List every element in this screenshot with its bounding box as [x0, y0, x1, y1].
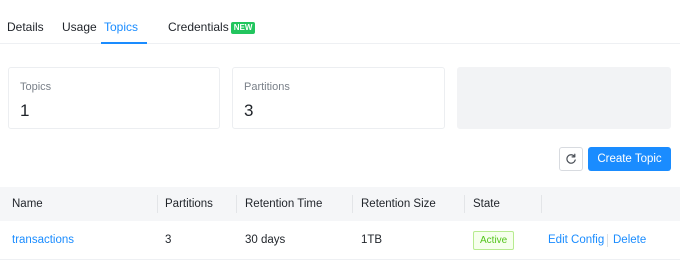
tab-usage[interactable]: Usage	[62, 20, 97, 34]
column-divider	[236, 195, 237, 213]
action-divider	[607, 234, 608, 247]
column-divider	[157, 195, 158, 213]
column-divider	[464, 195, 465, 213]
topics-stat-value: 1	[20, 101, 30, 120]
retention-size-cell: 1TB	[361, 234, 383, 246]
topic-name-link[interactable]: transactions	[12, 234, 74, 246]
partitions-stat-card: Partitions 3	[232, 67, 445, 129]
tab-credentials[interactable]: Credentials NEW	[168, 20, 256, 34]
create-topic-button[interactable]: Create Topic	[588, 147, 671, 171]
topics-stat-card: Topics 1	[8, 67, 220, 129]
partitions-stat-value: 3	[244, 101, 254, 120]
refresh-button[interactable]	[559, 147, 583, 171]
retention-time-cell: 30 days	[245, 234, 286, 246]
new-badge: NEW	[230, 22, 256, 34]
column-divider	[541, 195, 542, 213]
partitions-stat-label: Partitions	[244, 81, 290, 93]
active-tab-indicator	[101, 42, 147, 44]
tab-details[interactable]: Details	[7, 20, 44, 34]
tab-bar: Details Usage Topics Credentials NEW	[0, 0, 680, 44]
column-header-state: State	[473, 198, 500, 210]
partitions-cell: 3	[165, 234, 172, 246]
tab-topics[interactable]: Topics	[104, 20, 138, 34]
edit-config-link[interactable]: Edit Config	[548, 234, 604, 246]
delete-link[interactable]: Delete	[613, 234, 646, 246]
topics-stat-label: Topics	[20, 81, 52, 93]
column-header-name: Name	[12, 198, 43, 210]
column-header-partitions: Partitions	[165, 198, 213, 210]
tab-credentials-label: Credentials	[168, 20, 229, 34]
placeholder-stat-card	[457, 67, 671, 129]
state-badge: Active	[473, 231, 515, 250]
table-row: transactions 3 30 days 1TB Active Edit C…	[0, 221, 680, 260]
column-divider	[352, 195, 353, 213]
refresh-icon	[566, 153, 576, 164]
table-header: Name Partitions Retention Time Retention…	[0, 187, 680, 221]
column-header-retention-time: Retention Time	[245, 198, 323, 210]
column-header-retention-size: Retention Size	[361, 198, 436, 210]
